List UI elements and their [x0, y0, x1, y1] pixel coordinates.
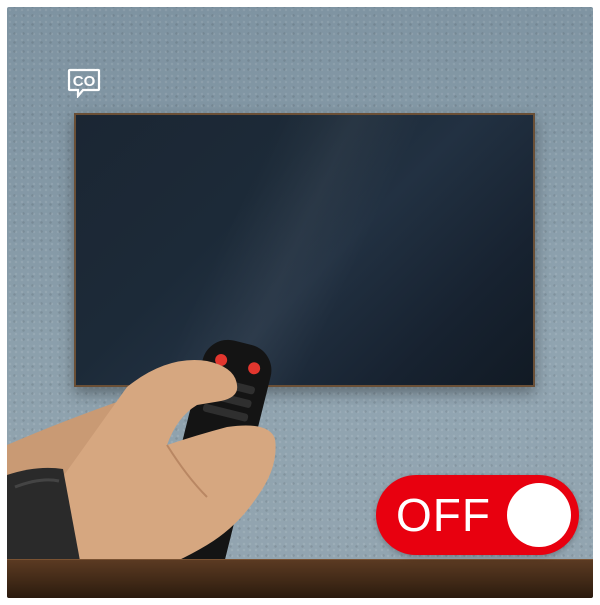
- toggle-label: OFF: [396, 489, 491, 541]
- floor: [7, 559, 593, 598]
- off-toggle-badge: OFF: [376, 475, 579, 555]
- logo-text: CO: [73, 73, 96, 90]
- canvas: CO OFF: [0, 0, 600, 605]
- toggle-knob: [507, 483, 571, 547]
- hand-with-remote: [7, 339, 276, 589]
- logo: CO: [67, 68, 101, 98]
- speech-bubble-icon: CO: [67, 68, 101, 98]
